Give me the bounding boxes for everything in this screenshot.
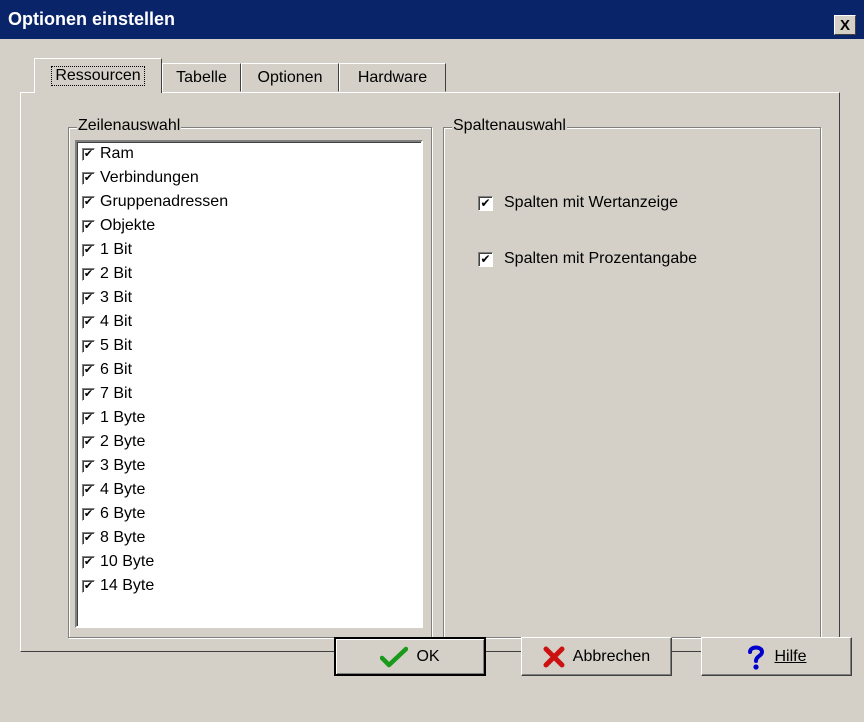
list-item-checkbox[interactable]: ✔ [82, 507, 95, 521]
list-item-label: 5 Bit [100, 337, 133, 354]
list-item-label: Verbindungen [100, 169, 199, 186]
list-item-label: 2 Bit [100, 265, 133, 282]
tab-hardware[interactable]: Hardware [339, 63, 446, 92]
ok-button[interactable]: OK [334, 637, 486, 676]
tab-panel-ressourcen: Zeilenauswahl ✔ Ram ✔ Verbindungen ✔ Gruppena… [20, 92, 840, 652]
list-item[interactable]: ✔ 8 Byte [82, 527, 145, 549]
tab-ressourcen-label: Ressourcen [51, 66, 145, 86]
option-value-columns-label: Spalten mit Wertanzeige [504, 194, 679, 211]
list-item[interactable]: ✔ 5 Bit [82, 335, 132, 357]
list-item-label: 4 Bit [100, 313, 133, 330]
list-item[interactable]: ✔ 4 Bit [82, 311, 132, 333]
list-item-checkbox[interactable]: ✔ [82, 171, 95, 185]
list-item-checkbox[interactable]: ✔ [82, 363, 95, 377]
list-item-checkbox[interactable]: ✔ [82, 243, 95, 257]
option-percent-columns-checkbox[interactable]: ✔ [478, 251, 493, 267]
list-item-label: 4 Byte [100, 481, 146, 498]
list-item-label: 10 Byte [100, 553, 155, 570]
list-item-checkbox[interactable]: ✔ [82, 531, 95, 545]
list-item[interactable]: ✔ Ram [82, 143, 134, 165]
help-button[interactable]: Hilfe [701, 637, 852, 676]
tab-tabelle-label: Tabelle [176, 68, 227, 86]
list-item[interactable]: ✔ 4 Byte [82, 479, 145, 501]
list-item-checkbox[interactable]: ✔ [82, 483, 95, 497]
list-item-label: 1 Byte [100, 409, 146, 426]
dialog-client-area: Ressourcen Tabelle Optionen Hardware Zei… [0, 39, 864, 722]
list-item[interactable]: ✔ 3 Byte [82, 455, 145, 477]
column-selection-legend: Spaltenauswahl [452, 117, 567, 135]
ok-button-label: OK [416, 647, 440, 665]
list-item-checkbox[interactable]: ✔ [82, 291, 95, 305]
list-item[interactable]: ✔ 1 Byte [82, 407, 145, 429]
option-percent-columns-label: Spalten mit Prozentangabe [504, 250, 698, 267]
list-item[interactable]: ✔ Gruppenadressen [82, 191, 228, 213]
list-item-checkbox[interactable]: ✔ [82, 459, 95, 473]
list-item[interactable]: ✔ 2 Byte [82, 431, 145, 453]
list-item-label: 6 Bit [100, 361, 133, 378]
list-item-label: 1 Bit [100, 241, 133, 258]
tab-optionen-label: Optionen [257, 68, 323, 86]
close-icon: X [839, 16, 850, 34]
list-item-checkbox[interactable]: ✔ [82, 219, 95, 233]
list-item[interactable]: ✔ 7 Bit [82, 383, 132, 405]
close-button[interactable]: X [834, 15, 856, 35]
list-item[interactable]: ✔ 3 Bit [82, 287, 132, 309]
checkmark-icon [380, 646, 409, 667]
list-item-checkbox[interactable]: ✔ [82, 339, 95, 353]
list-item-label: 6 Byte [100, 505, 146, 522]
list-item-checkbox[interactable]: ✔ [82, 147, 95, 161]
list-item-checkbox[interactable]: ✔ [82, 555, 95, 569]
option-value-columns-checkbox[interactable]: ✔ [478, 195, 493, 211]
list-item[interactable]: ✔ 6 Bit [82, 359, 132, 381]
list-item-label: 7 Bit [100, 385, 133, 402]
list-item[interactable]: ✔ 2 Bit [82, 263, 132, 285]
list-item-label: Gruppenadressen [100, 193, 229, 210]
list-item-checkbox[interactable]: ✔ [82, 387, 95, 401]
row-selection-listbox[interactable]: ✔ Ram ✔ Verbindungen ✔ Gruppenadressen ✔ Objekt… [75, 140, 423, 628]
question-mark-icon [748, 645, 765, 670]
list-item[interactable]: ✔ 10 Byte [82, 551, 154, 573]
list-item-label: 3 Bit [100, 289, 133, 306]
x-icon [543, 646, 565, 667]
list-item-label: 8 Byte [100, 529, 146, 546]
help-button-label: Hilfe [774, 647, 807, 665]
cancel-button[interactable]: Abbrechen [521, 637, 672, 676]
option-percent-columns[interactable]: ✔ Spalten mit Prozentangabe [478, 250, 697, 268]
window-title: Optionen einstellen [8, 9, 176, 29]
list-item-checkbox[interactable]: ✔ [82, 195, 95, 209]
list-item-label: Objekte [100, 217, 156, 234]
list-item[interactable]: ✔ 1 Bit [82, 239, 132, 261]
list-item-label: 14 Byte [100, 577, 155, 594]
list-item-label: Ram [100, 145, 134, 162]
list-item-checkbox[interactable]: ✔ [82, 579, 95, 593]
tab-tabelle[interactable]: Tabelle [162, 63, 241, 92]
tab-ressourcen[interactable]: Ressourcen [34, 58, 162, 93]
tab-optionen[interactable]: Optionen [241, 63, 339, 92]
list-item-label: 2 Byte [100, 433, 146, 450]
tab-hardware-label: Hardware [357, 68, 428, 86]
title-bar: Optionen einstellen X [0, 0, 864, 39]
row-selection-legend: Zeilenauswahl [77, 117, 182, 135]
cancel-button-label: Abbrechen [572, 647, 651, 665]
list-item[interactable]: ✔ Objekte [82, 215, 155, 237]
row-selection-group: Zeilenauswahl ✔ Ram ✔ Verbindungen ✔ Gruppena… [68, 117, 432, 638]
list-item-label: 3 Byte [100, 457, 146, 474]
list-item-checkbox[interactable]: ✔ [82, 411, 95, 425]
list-item-checkbox[interactable]: ✔ [82, 315, 95, 329]
list-item[interactable]: ✔ Verbindungen [82, 167, 199, 189]
column-selection-group: Spaltenauswahl ✔ Spalten mit Wertanzeige… [443, 117, 821, 638]
list-item[interactable]: ✔ 14 Byte [82, 575, 154, 597]
list-item[interactable]: ✔ 6 Byte [82, 503, 145, 525]
list-item-checkbox[interactable]: ✔ [82, 267, 95, 281]
option-value-columns[interactable]: ✔ Spalten mit Wertanzeige [478, 194, 678, 212]
list-item-checkbox[interactable]: ✔ [82, 435, 95, 449]
